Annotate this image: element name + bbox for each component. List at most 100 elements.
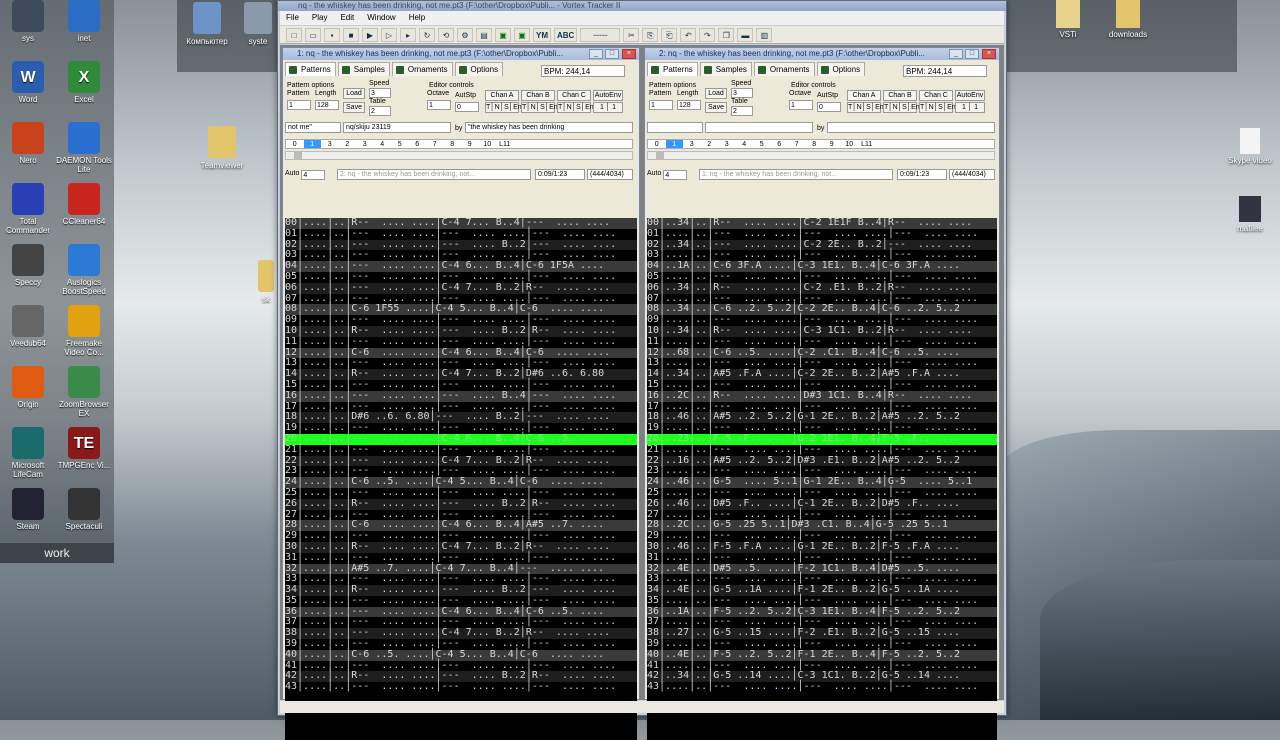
- tile-horizontal-icon[interactable]: ▬: [737, 27, 754, 42]
- position-cell[interactable]: 3: [718, 140, 736, 148]
- chan-a-button[interactable]: Chan A: [485, 90, 519, 101]
- desktop-icon-mafilee[interactable]: mafilee: [1222, 196, 1278, 233]
- dock-icon[interactable]: Speccy: [0, 244, 56, 287]
- close-icon[interactable]: ×: [982, 49, 996, 59]
- position-cell[interactable]: 3: [321, 140, 339, 148]
- tab-options[interactable]: Options: [454, 62, 504, 76]
- chan-c-button[interactable]: Chan C: [557, 90, 591, 101]
- desktop-icon-skype-video[interactable]: Skype video: [1222, 128, 1278, 165]
- pattern-row[interactable]: 31│....│..│--- .... ....│--- .... ....│-…: [647, 552, 997, 564]
- save-button[interactable]: Save: [343, 102, 365, 113]
- dock-icon[interactable]: CCleaner64: [56, 183, 112, 226]
- autoenv-value[interactable]: 1 │ 1: [955, 102, 985, 113]
- save-icon[interactable]: ▪: [324, 27, 340, 42]
- chip-a-icon[interactable]: ▣: [495, 27, 511, 42]
- position-cell[interactable]: 4: [736, 140, 754, 148]
- title-field[interactable]: not me": [285, 122, 341, 133]
- copy-icon[interactable]: ⎘: [642, 27, 659, 42]
- pattern-row[interactable]: 21│....│..│--- .... ....│--- .... ....│-…: [285, 444, 637, 456]
- pattern-grid[interactable]: 00│..34│..│R-- .... ....│C-2 1E1F B..4│R…: [647, 218, 997, 740]
- auto-stepper[interactable]: 4: [663, 170, 688, 180]
- tab-ornaments[interactable]: Ornaments: [391, 62, 453, 76]
- tile-vertical-icon[interactable]: ▥: [756, 27, 773, 42]
- position-cell[interactable]: 8: [806, 140, 824, 148]
- tab-patterns[interactable]: Patterns: [647, 62, 698, 76]
- save-button[interactable]: Save: [705, 102, 727, 113]
- dock-icon[interactable]: Total Commander: [0, 183, 56, 235]
- dock-icon[interactable]: Veedub64: [0, 305, 56, 348]
- maximize-icon[interactable]: □: [605, 49, 619, 59]
- by-field[interactable]: "the whiskey has been drinking: [465, 122, 633, 133]
- tab-samples[interactable]: Samples: [337, 62, 390, 76]
- speed-stepper[interactable]: 3: [369, 88, 391, 98]
- abc-toggle[interactable]: ABC: [554, 27, 578, 42]
- desktop-icon-system[interactable]: syste: [240, 2, 276, 46]
- play-from-pos-icon[interactable]: ▸: [400, 27, 416, 42]
- desktop-icon-sk[interactable]: sk: [256, 260, 276, 304]
- position-cell[interactable]: 2: [701, 140, 719, 148]
- position-cell[interactable]: 10: [841, 140, 859, 148]
- cascade-icon[interactable]: ❐: [718, 27, 735, 42]
- undo-icon[interactable]: ↶: [680, 27, 697, 42]
- dock-icon[interactable]: Microsoft LifeCam: [0, 427, 56, 479]
- chan-b-button[interactable]: Chan B: [521, 90, 555, 101]
- pattern-row[interactable]: 01│....│..│--- .... ....│--- .... ....│-…: [647, 228, 997, 240]
- pattern-stepper[interactable]: 1: [649, 100, 673, 110]
- by-field[interactable]: [827, 122, 995, 133]
- dock-icon[interactable]: sys: [0, 0, 56, 43]
- autostep-stepper[interactable]: 0: [455, 102, 479, 112]
- horizontal-scrollbar[interactable]: [647, 151, 995, 160]
- position-cell[interactable]: 7: [426, 140, 444, 148]
- chan-b-button[interactable]: Chan B: [883, 90, 917, 101]
- position-cell[interactable]: 3: [683, 140, 701, 148]
- scroll-thumb[interactable]: [294, 152, 302, 159]
- volume-slider-icon[interactable]: ┄┄┄: [580, 27, 621, 42]
- redo-icon[interactable]: ↷: [699, 27, 716, 42]
- position-cell[interactable]: 3: [356, 140, 374, 148]
- position-cell[interactable]: 9: [461, 140, 479, 148]
- tab-patterns[interactable]: Patterns: [285, 62, 336, 76]
- menu-file[interactable]: File: [286, 11, 299, 25]
- pattern-row[interactable]: 16│....│..│--- .... ....│--- .... B..4│-…: [285, 390, 637, 402]
- chip-b-icon[interactable]: ▣: [514, 27, 530, 42]
- chan-a-button[interactable]: Chan A: [847, 90, 881, 101]
- position-cell[interactable]: 10: [479, 140, 497, 148]
- autoenv-button[interactable]: AutoEnv: [593, 90, 623, 101]
- chan-b-flags[interactable]: T│N│S│En: [883, 102, 920, 113]
- menu-edit[interactable]: Edit: [340, 11, 354, 25]
- stop-icon[interactable]: ■: [343, 27, 359, 42]
- desktop-icon-computer[interactable]: Компьютер: [177, 2, 237, 46]
- pattern-row[interactable]: 26│....│..│R-- .... ....│--- .... B..2│R…: [285, 498, 637, 510]
- speed-stepper[interactable]: 3: [731, 88, 753, 98]
- ym-toggle[interactable]: YM: [533, 27, 551, 42]
- scroll-thumb[interactable]: [656, 152, 664, 159]
- position-cell[interactable]: 5: [391, 140, 409, 148]
- pattern-row[interactable]: 06│..34│..│R-- .... ....│C-2 .E1. B..2│R…: [647, 282, 997, 294]
- position-cell[interactable]: 7: [788, 140, 806, 148]
- tab-samples[interactable]: Samples: [699, 62, 752, 76]
- author-field[interactable]: [705, 122, 813, 133]
- dock-icon[interactable]: TE TMPGEnc Vi...: [56, 427, 112, 470]
- horizontal-scrollbar[interactable]: [285, 151, 633, 160]
- toggle-loop-icon[interactable]: ⟲: [438, 27, 454, 42]
- dock-icon[interactable]: X Excel: [56, 61, 112, 104]
- chan-c-flags[interactable]: T│N│S│En: [557, 102, 594, 113]
- chan-c-button[interactable]: Chan C: [919, 90, 953, 101]
- play-icon[interactable]: ▶: [362, 27, 378, 42]
- pattern-row[interactable]: 06│....│..│--- .... ....│C-4 7... B..2│R…: [285, 282, 637, 294]
- minimize-icon[interactable]: _: [589, 49, 603, 59]
- position-cell[interactable]: 0: [286, 140, 304, 148]
- pattern-row[interactable]: 16│..2C│..│R-- .... ....│D#3 1C1. B..4│R…: [647, 390, 997, 402]
- chan-b-flags[interactable]: T│N│S│En: [521, 102, 558, 113]
- position-cell[interactable]: L11: [496, 140, 514, 148]
- pattern-row[interactable]: 21│....│..│--- .... ....│--- .... ....│-…: [647, 444, 997, 456]
- pattern-row[interactable]: 31│....│..│--- .... ....│--- .... ....│-…: [285, 552, 637, 564]
- position-cell[interactable]: 8: [444, 140, 462, 148]
- loop-icon[interactable]: ↻: [419, 27, 435, 42]
- maximize-icon[interactable]: □: [965, 49, 979, 59]
- dock-icon[interactable]: Origin: [0, 366, 56, 409]
- position-cell[interactable]: L11: [858, 140, 876, 148]
- desktop-icon-teamviewer[interactable]: Teamviewer: [192, 126, 252, 170]
- position-cell[interactable]: 9: [823, 140, 841, 148]
- octave-stepper[interactable]: 1: [789, 100, 813, 110]
